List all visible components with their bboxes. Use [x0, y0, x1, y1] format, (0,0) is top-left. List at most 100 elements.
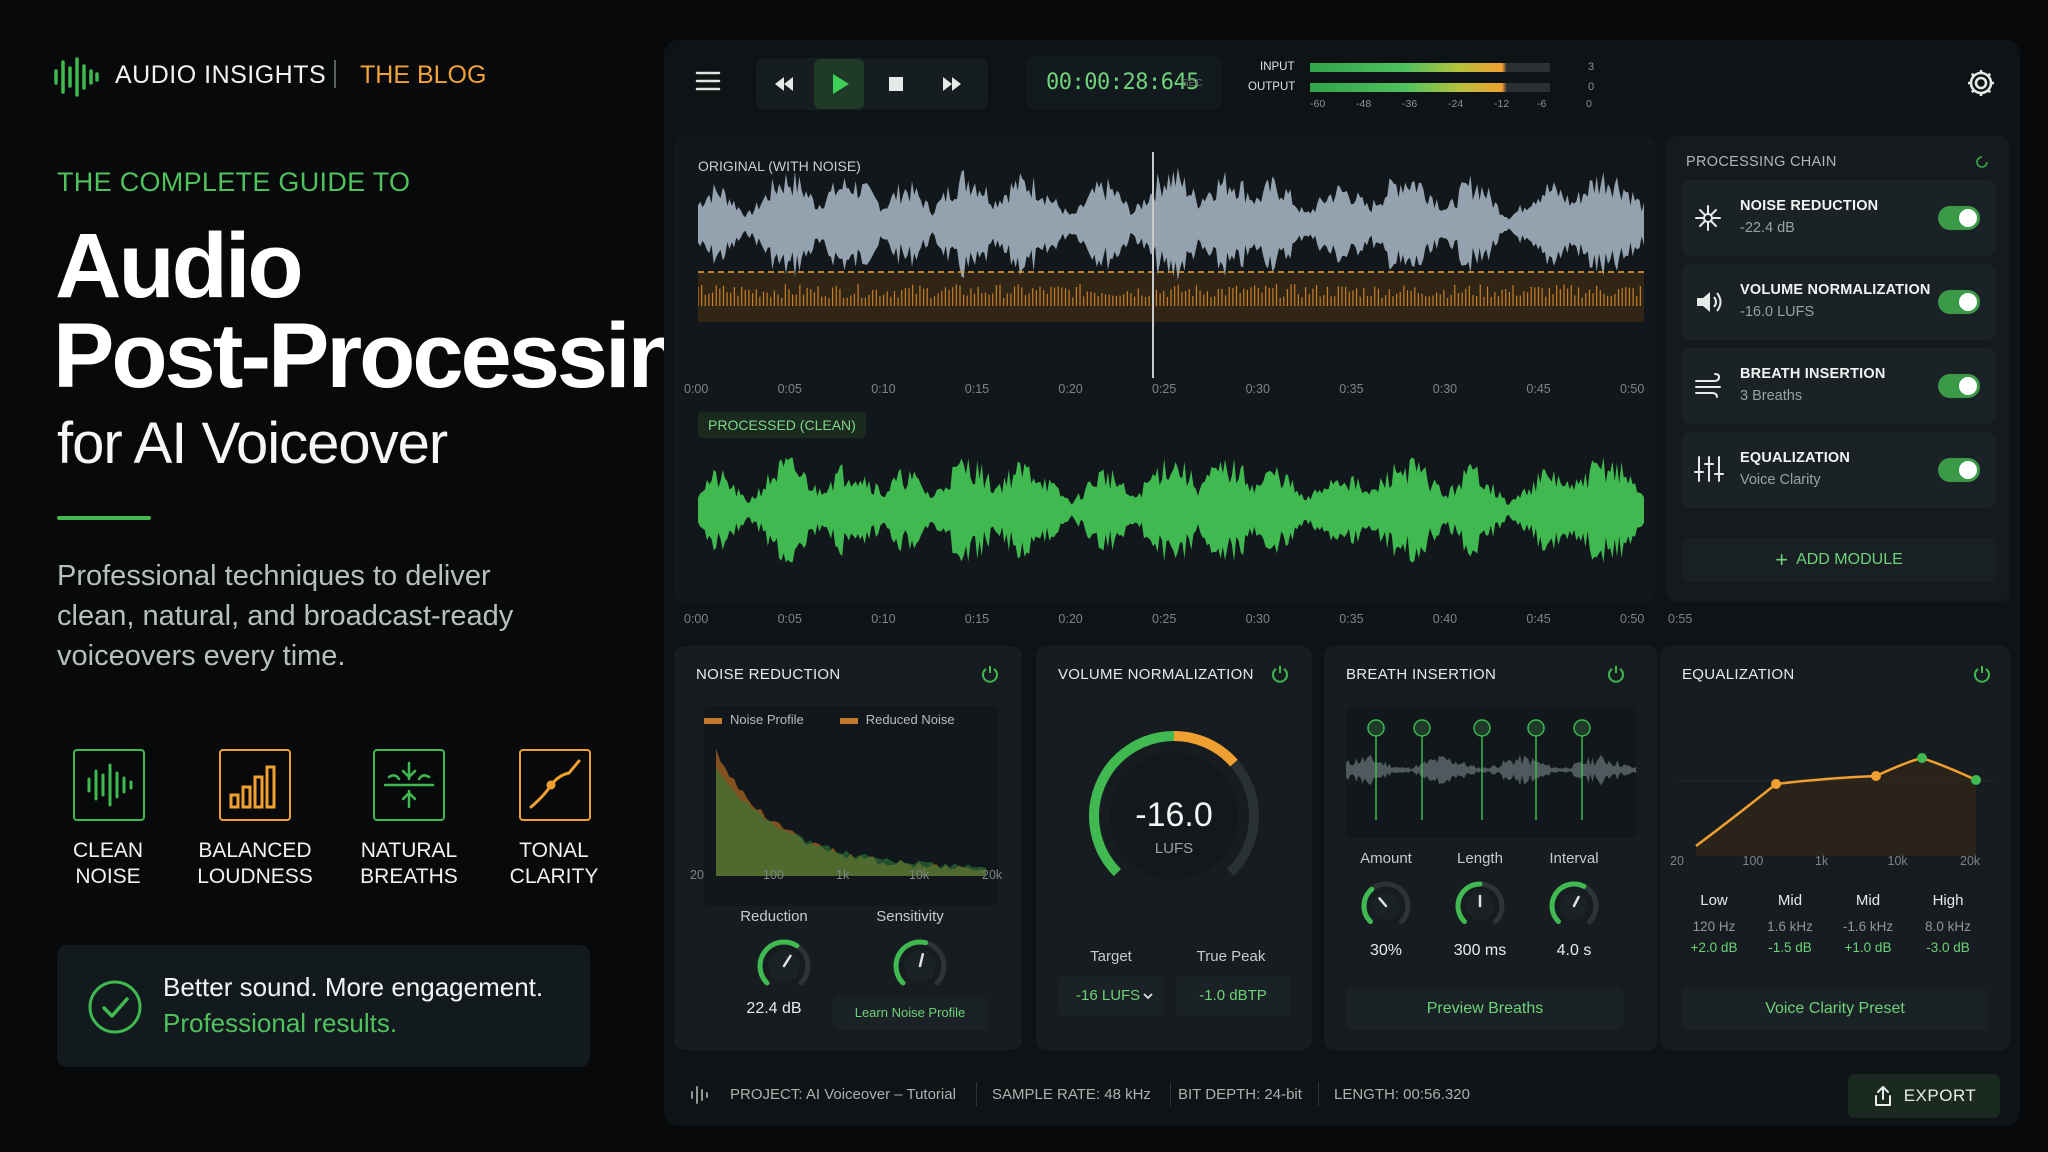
wind-icon	[1695, 373, 1721, 398]
learn-noise-profile-button[interactable]: Learn Noise Profile	[832, 996, 988, 1030]
loudness-unit: LUFS	[1154, 840, 1194, 857]
eq-band-node	[1871, 771, 1881, 781]
hero-title-line1: Audio	[55, 215, 304, 317]
menu-icon[interactable]	[694, 70, 722, 92]
chain-item-breath-insertion[interactable]: BREATH INSERTION 3 Breaths	[1682, 348, 1996, 424]
reduction-knob[interactable]	[754, 936, 814, 996]
noise-reduction-toggle[interactable]	[1938, 206, 1980, 230]
axis-tick: 20k	[1960, 854, 1981, 868]
breath-marker-handle	[1573, 719, 1591, 737]
sliders-icon	[1694, 456, 1724, 482]
output-meter-label: OUTPUT	[1248, 81, 1296, 93]
hero-description: Professional techniques to deliver clean…	[57, 560, 514, 672]
waveform-panel: ORIGINAL (WITH NOISE) 0:00 0:05 0:10 0:15 0:…	[674, 136, 1656, 626]
stop-button[interactable]	[876, 64, 916, 104]
axis-tick: 1k	[836, 868, 850, 882]
bars-icon	[219, 749, 291, 821]
chain-title: PROCESSING CHAIN	[1686, 154, 1837, 170]
brand-name: AUDIO INSIGHTS	[115, 61, 327, 89]
processed-label: PROCESSED (CLEAN)	[698, 412, 866, 438]
axis-tick: 0:10	[871, 612, 896, 626]
axis-tick: 0:00	[684, 612, 709, 626]
eq-band-node	[1917, 753, 1927, 763]
chain-item-equalization[interactable]: EQUALIZATION Voice Clarity	[1682, 432, 1996, 508]
gear-icon	[1968, 70, 1994, 96]
processed-waveform[interactable]	[698, 442, 1644, 582]
axis-tick: 0:00	[684, 382, 709, 396]
eq-band-mid-2[interactable]: Mid -1.6 kHz +1.0 dB	[1828, 892, 1908, 955]
noise-reduction-panel: NOISE REDUCTION Noise Profile Reduced No…	[674, 646, 1022, 1050]
chain-item-volume-normalization[interactable]: VOLUME NORMALIZATION -16.0 LUFS	[1682, 264, 1996, 340]
export-button[interactable]: EXPORT	[1848, 1074, 2000, 1118]
power-icon[interactable]	[1270, 664, 1290, 684]
noise-frequency-axis: 20 100 1k 10k 20k	[690, 868, 1006, 886]
speaker-icon	[1697, 292, 1722, 312]
play-button[interactable]	[814, 59, 864, 109]
blog-link[interactable]: THE BLOG	[360, 61, 486, 90]
eq-curve-icon	[519, 749, 591, 821]
extra-time-tick: 0:55	[1668, 612, 1693, 626]
axis-tick: 0:35	[1339, 612, 1364, 626]
fast-forward-button[interactable]	[932, 64, 972, 104]
refresh-icon[interactable]	[1974, 154, 1990, 170]
chain-item-noise-reduction[interactable]: NOISE REDUCTION -22.4 dB	[1682, 180, 1996, 256]
processed-time-ruler: 0:00 0:05 0:10 0:15 0:20 0:25 0:30 0:35 0:40 0:45…	[684, 612, 1650, 628]
chevron-down-icon	[1143, 993, 1153, 1000]
power-icon[interactable]	[1972, 664, 1992, 684]
power-icon[interactable]	[980, 664, 1000, 684]
sensitivity-knob[interactable]	[890, 936, 950, 996]
knob-fill	[1361, 886, 1375, 925]
feature-label-tonal-clarity: TONAL CLARITY	[509, 839, 599, 888]
loudness-value: -16.0	[1135, 796, 1213, 834]
feature-natural-breaths	[373, 749, 445, 821]
equalization-toggle[interactable]	[1938, 458, 1980, 482]
feature-tonal-clarity	[519, 749, 591, 821]
voice-clarity-preset-button[interactable]: Voice Clarity Preset	[1682, 988, 1988, 1030]
length-knob[interactable]	[1452, 878, 1508, 934]
eq-fill	[1696, 758, 1976, 856]
preview-breaths-button[interactable]: Preview Breaths	[1346, 988, 1624, 1030]
volume-normalization-toggle[interactable]	[1938, 290, 1980, 314]
add-module-button[interactable]: + ADD MODULE	[1682, 538, 1996, 582]
eq-curve-chart[interactable]	[1676, 706, 1994, 856]
axis-tick: 0:10	[871, 382, 896, 396]
axis-tick: 20k	[982, 868, 1003, 882]
eq-band-high[interactable]: High 8.0 kHz -3.0 dB	[1908, 892, 1988, 955]
amount-knob[interactable]	[1358, 878, 1414, 934]
feature-clean-noise	[73, 749, 145, 821]
fast-forward-icon	[943, 77, 961, 91]
time-display: 00:00:28:645 SEC	[1026, 56, 1222, 110]
settings-button[interactable]	[1964, 66, 1998, 100]
waveform-icon	[691, 1086, 708, 1104]
playhead[interactable]	[1152, 152, 1154, 378]
axis-tick: 0:15	[964, 612, 990, 626]
eq-band-mid-1[interactable]: Mid 1.6 kHz -1.5 dB	[1750, 892, 1830, 955]
rewind-icon	[775, 77, 793, 91]
waveform-shape	[698, 167, 1644, 281]
eq-band-low[interactable]: Low 120 Hz +2.0 dB	[1674, 892, 1754, 955]
status-project: PROJECT: AI Voiceover – Tutorial	[730, 1086, 956, 1103]
hero-title-line2: Post-Processing	[53, 305, 737, 407]
axis-tick: 0:05	[777, 382, 802, 396]
eq-band-node	[1771, 779, 1781, 789]
brand-logo	[53, 56, 99, 98]
breath-marker-handle	[1367, 719, 1385, 737]
feature-label-clean-noise: CLEAN NOISE	[72, 839, 144, 888]
play-icon	[833, 74, 849, 94]
axis-tick: 0:30	[1245, 612, 1270, 626]
breath-icon	[373, 749, 445, 821]
breath-marker-handle	[1473, 719, 1491, 737]
power-icon[interactable]	[1606, 664, 1626, 684]
rewind-button[interactable]	[764, 64, 804, 104]
brand-divider	[334, 60, 336, 88]
input-meter-label: INPUT	[1260, 61, 1295, 73]
breath-insertion-panel: BREATH INSERTION Amount Length Interval …	[1324, 646, 1658, 1050]
axis-tick: 0:45	[1526, 612, 1551, 626]
interval-knob[interactable]	[1546, 878, 1602, 934]
breath-insertion-toggle[interactable]	[1938, 374, 1980, 398]
hero-kicker: THE COMPLETE GUIDE TO	[57, 167, 411, 197]
true-peak-field[interactable]: -1.0 dBTP	[1176, 976, 1290, 1016]
waveform-shape	[698, 457, 1644, 563]
waveform-logo-icon	[54, 57, 99, 97]
target-select[interactable]: -16 LUFS	[1058, 976, 1164, 1016]
